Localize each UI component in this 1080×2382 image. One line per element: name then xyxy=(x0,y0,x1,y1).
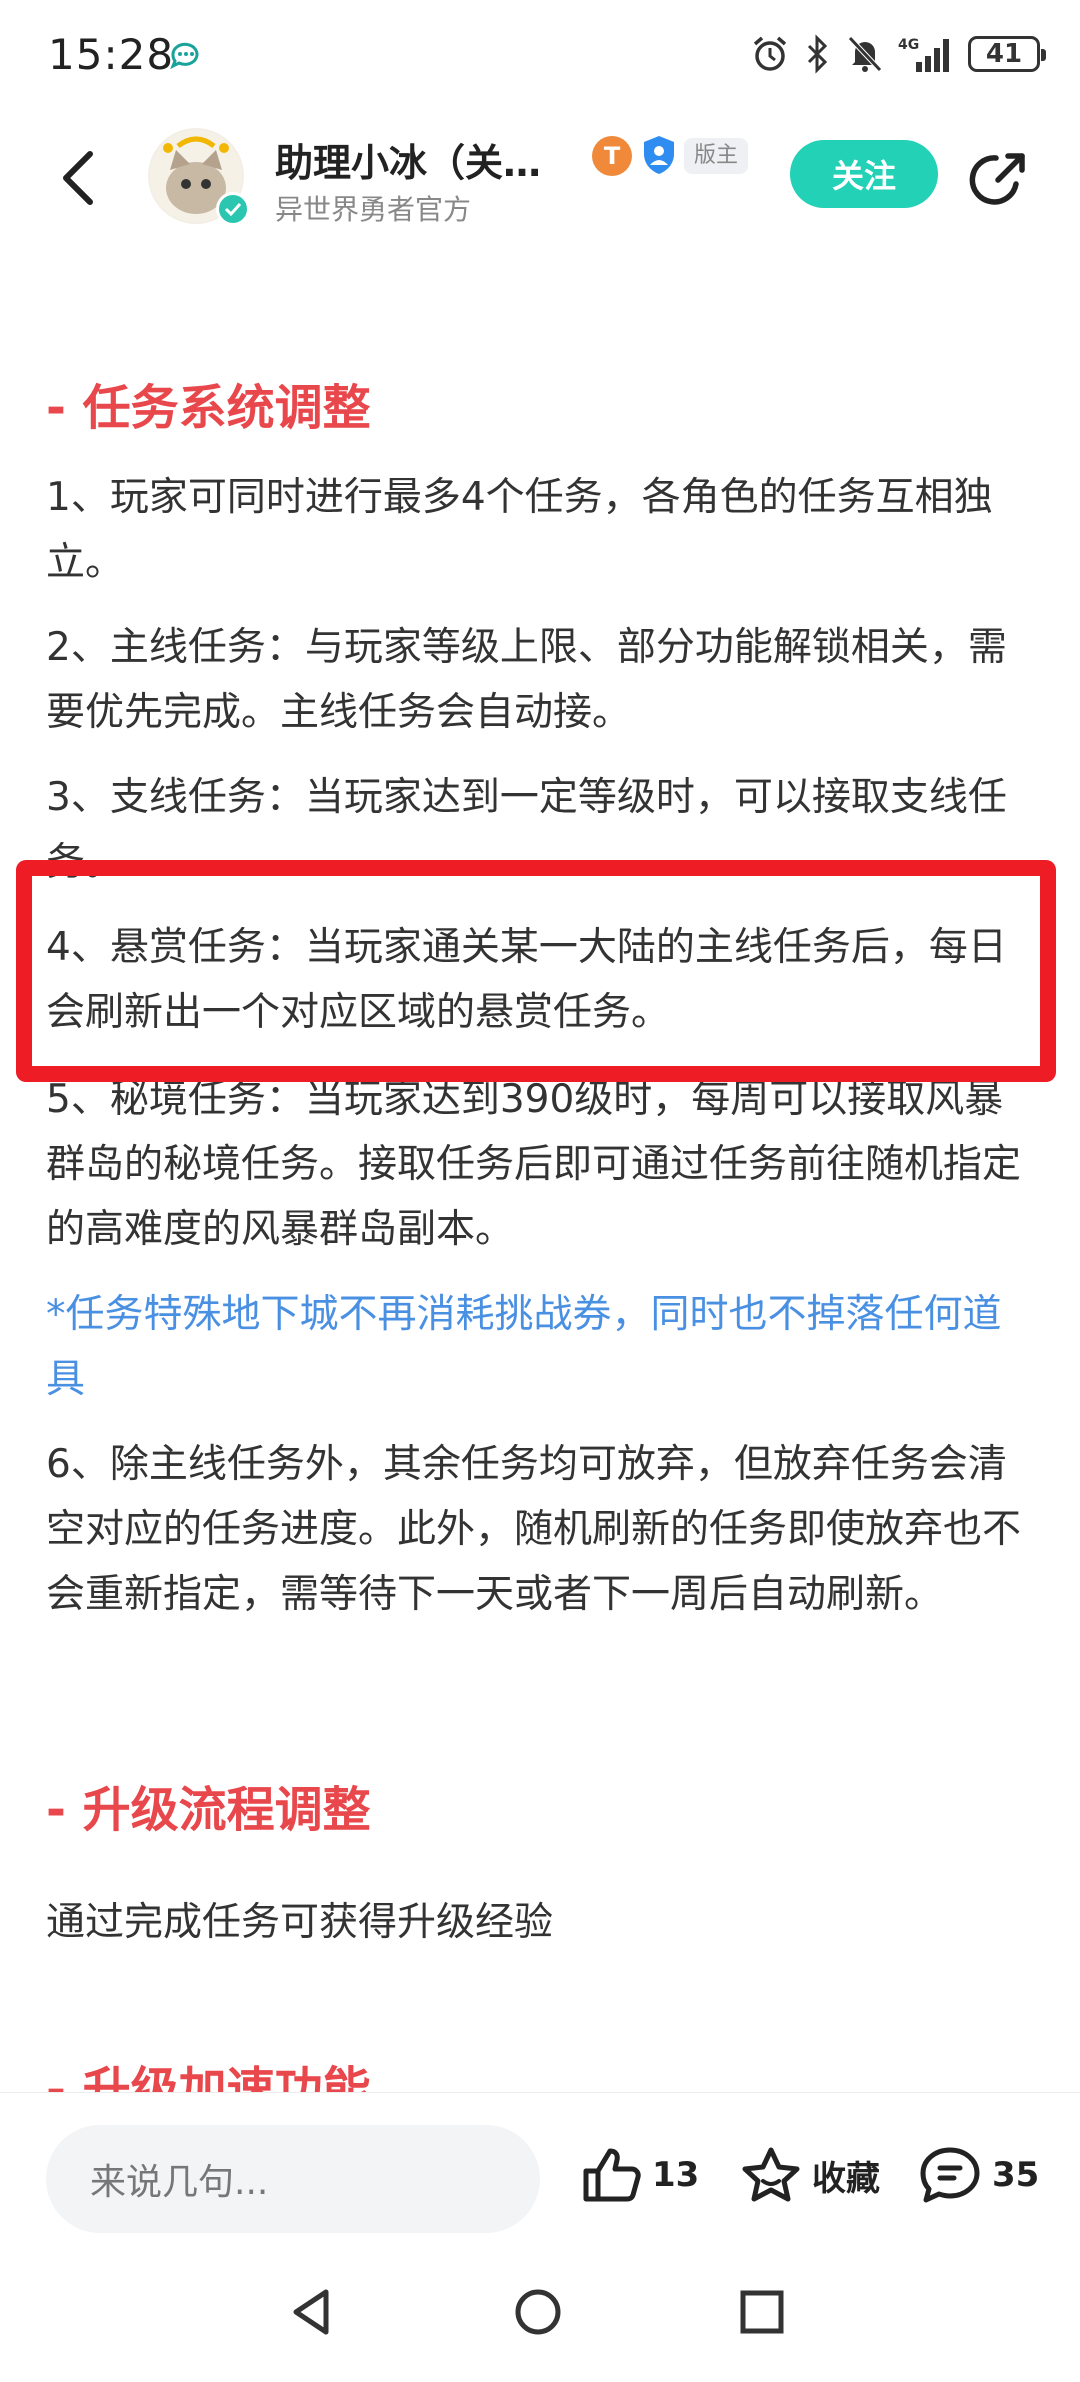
favorite-button[interactable]: 收藏 xyxy=(740,2145,880,2205)
comment-bubble-icon xyxy=(920,2147,980,2203)
signal-4g-icon: 4G xyxy=(898,37,949,72)
user-name[interactable]: 助理小冰（关… xyxy=(275,132,575,187)
like-button[interactable]: 13 xyxy=(580,2145,699,2205)
favorite-label: 收藏 xyxy=(812,2158,880,2199)
user-subtitle: 异世界勇者官方 xyxy=(275,193,472,226)
paragraph-5: 5、秘境任务：当玩家达到390级时，每周可以接取风暴群岛的秘境任务。接取任务后即… xyxy=(46,1077,1022,1252)
system-nav-bar xyxy=(0,2262,1080,2382)
paragraph-6: 6、除主线任务外，其余任务均可放弃，但放弃任务会清空对应的任务进度。此外，随机刷… xyxy=(46,1442,1022,1617)
paragraph-3: 3、支线任务：当玩家达到一定等级时，可以接取支线任务。 xyxy=(46,775,1007,885)
post-header: 助理小冰（关… 异世界勇者官方 T 版主 关注 xyxy=(0,118,1080,238)
paragraph-7: 通过完成任务可获得升级经验 xyxy=(46,1900,554,1945)
status-icons: 4G 41 xyxy=(750,30,1046,78)
avatar[interactable] xyxy=(148,128,250,226)
battery-indicator: 41 xyxy=(968,36,1046,72)
follow-button[interactable]: 关注 xyxy=(790,140,938,208)
nav-home-icon[interactable] xyxy=(508,2282,568,2342)
note-text: *任务特殊地下城不再消耗挑战券，同时也不掉落任何道具 xyxy=(46,1292,1002,1402)
comment-input[interactable]: 来说几句... xyxy=(46,2125,540,2233)
section-title-task-system: - 任务系统调整 xyxy=(46,380,371,436)
moderator-badge: 版主 xyxy=(684,138,749,174)
comment-button[interactable]: 35 xyxy=(918,2145,1039,2205)
thumbs-up-icon xyxy=(583,2148,641,2202)
shield-badge-icon xyxy=(644,136,674,174)
paragraph-4: 4、悬赏任务：当玩家通关某一大陆的主线任务后，每日会刷新出一个对应区域的悬赏任务… xyxy=(46,925,1007,1035)
star-icon xyxy=(742,2147,800,2202)
bottom-action-bar: 来说几句... 13 收藏 35 xyxy=(0,2092,1080,2233)
level-badge: T xyxy=(592,136,632,176)
verified-badge-icon xyxy=(216,192,250,226)
bluetooth-icon xyxy=(807,34,828,74)
share-icon[interactable] xyxy=(966,148,1028,208)
status-time: 15:28 xyxy=(48,30,175,79)
mute-bell-icon xyxy=(848,36,882,72)
section-title-upgrade-flow: - 升级流程调整 xyxy=(46,1782,371,1838)
comment-count: 35 xyxy=(992,2155,1040,2195)
like-count: 13 xyxy=(652,2155,700,2195)
nav-recents-icon[interactable] xyxy=(732,2282,792,2342)
back-arrow-icon[interactable] xyxy=(52,146,104,210)
paragraph-1: 1、玩家可同时进行最多4个任务，各角色的任务互相独立。 xyxy=(46,475,993,585)
paragraph-2: 2、主线任务：与玩家等级上限、部分功能解锁相关，需要优先完成。主线任务会自动接。 xyxy=(46,625,1007,735)
alarm-icon xyxy=(753,36,787,71)
nav-back-icon[interactable] xyxy=(282,2282,342,2342)
svg-text:4G: 4G xyxy=(898,37,919,53)
chat-bubble-icon xyxy=(170,42,199,70)
status-bar: 15:28 4G 41 xyxy=(0,0,1080,110)
